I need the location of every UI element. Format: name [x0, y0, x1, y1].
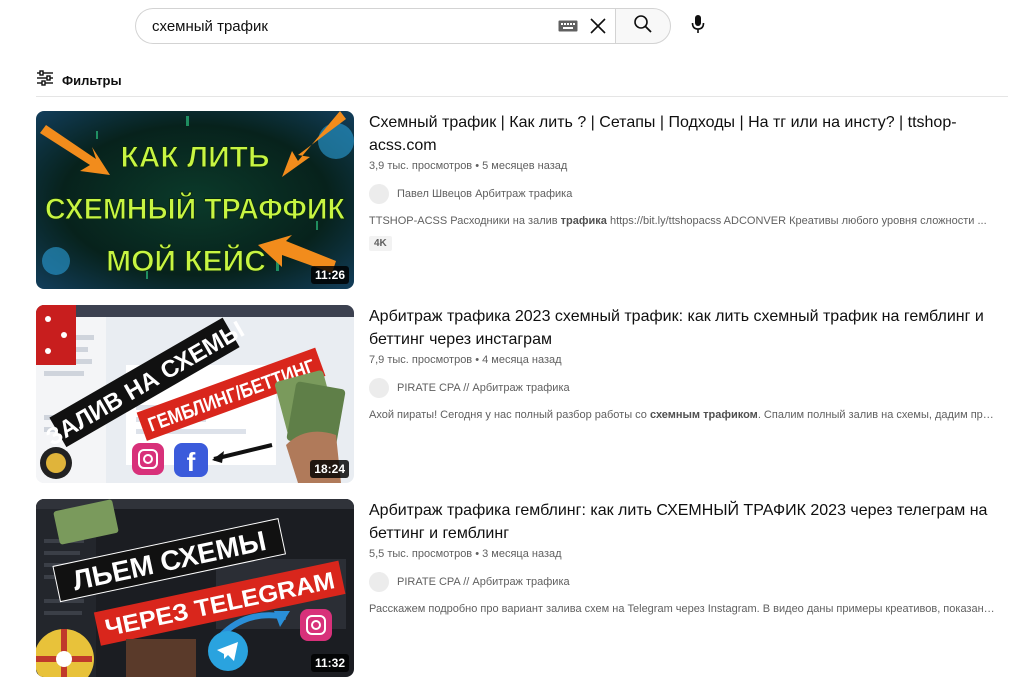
video-result: ЗАЛИВ НА СХЕМЫ ГЕМБЛИНГ/БЕТТИНГ f 18:24 … — [36, 305, 1008, 485]
video-title[interactable]: Арбитраж трафика гемблинг: как лить СХЕМ… — [369, 499, 999, 545]
description-text: Ахой пираты! Сегодня у нас полный разбор… — [369, 409, 650, 421]
upload-age: 4 месяца назад — [482, 354, 562, 366]
video-info: Арбитраж трафика 2023 схемный трафик: ка… — [369, 305, 999, 421]
video-result: ЛЬЕМ СХЕМЫ ЧЕРЕЗ TELEGRAM 11:32 Арбитраж… — [36, 499, 1008, 679]
view-count: 5,5 тыс. просмотров — [369, 548, 473, 560]
upload-age: 3 месяца назад — [482, 548, 562, 560]
microphone-icon — [691, 14, 705, 39]
search-bar — [135, 8, 671, 44]
channel-link[interactable]: PIRATE CPA // Арбитраж трафика — [369, 376, 999, 400]
thumbnail-caption: МОЙ КЕЙС — [106, 244, 266, 278]
description-text: TTSHOP-ACSS Расходники на залив — [369, 215, 561, 227]
quality-badge: 4K — [369, 236, 392, 251]
channel-avatar[interactable] — [369, 378, 389, 398]
channel-name[interactable]: Павел Швецов Арбитраж трафика — [397, 188, 572, 200]
view-count: 3,9 тыс. просмотров — [369, 160, 473, 172]
search-box[interactable] — [135, 8, 615, 44]
channel-link[interactable]: PIRATE CPA // Арбитраж трафика — [369, 570, 999, 594]
filters-button[interactable]: Фильтры — [36, 68, 122, 92]
view-count: 7,9 тыс. просмотров — [369, 354, 473, 366]
video-description: Ахой пираты! Сегодня у нас полный разбор… — [369, 409, 999, 421]
search-icon — [633, 14, 653, 39]
video-meta: 5,5 тыс. просмотров • 3 месяца назад — [369, 548, 562, 560]
clear-icon[interactable] — [587, 15, 609, 37]
search-button[interactable] — [615, 8, 671, 44]
video-thumbnail[interactable]: КАК ЛИТЬ СХЕМНЫЙ ТРАФФИК МОЙ КЕЙС 11:26 — [36, 111, 354, 289]
channel-name[interactable]: PIRATE CPA // Арбитраж трафика — [397, 576, 570, 588]
video-result: КАК ЛИТЬ СХЕМНЫЙ ТРАФФИК МОЙ КЕЙС 11:26 … — [36, 111, 1008, 291]
upload-age: 5 месяцев назад — [482, 160, 568, 172]
channel-link[interactable]: Павел Швецов Арбитраж трафика — [369, 182, 999, 206]
video-info: Схемный трафик | Как лить ? | Сетапы | П… — [369, 111, 999, 251]
video-description: TTSHOP-ACSS Расходники на залив трафика … — [369, 215, 999, 227]
description-text: https://bit.ly/ttshopacss ADCONVER Креат… — [606, 215, 987, 227]
video-duration: 11:26 — [310, 266, 349, 284]
video-duration: 11:32 — [310, 654, 349, 672]
video-meta: 3,9 тыс. просмотров • 5 месяцев назад — [369, 160, 568, 172]
description-text: Расскажем подробно про вариант залива сх… — [369, 603, 999, 615]
description-highlight: схемным трафиком — [649, 409, 758, 421]
svg-text:f: f — [187, 447, 196, 477]
description-text: . Спалим полный залив на схемы, дадим пр… — [757, 409, 999, 421]
voice-search-button[interactable] — [680, 8, 716, 44]
description-highlight: трафика — [560, 215, 607, 227]
channel-avatar[interactable] — [369, 572, 389, 592]
video-title[interactable]: Схемный трафик | Как лить ? | Сетапы | П… — [369, 111, 999, 157]
video-thumbnail[interactable]: ЗАЛИВ НА СХЕМЫ ГЕМБЛИНГ/БЕТТИНГ f 18:24 — [36, 305, 354, 483]
video-title[interactable]: Арбитраж трафика 2023 схемный трафик: ка… — [369, 305, 999, 351]
filters-label: Фильтры — [62, 72, 122, 88]
keyboard-icon[interactable] — [557, 19, 579, 33]
video-meta: 7,9 тыс. просмотров • 4 месяца назад — [369, 354, 562, 366]
search-input[interactable] — [152, 17, 557, 35]
video-thumbnail[interactable]: ЛЬЕМ СХЕМЫ ЧЕРЕЗ TELEGRAM 11:32 — [36, 499, 354, 677]
divider — [36, 96, 1008, 97]
channel-name[interactable]: PIRATE CPA // Арбитраж трафика — [397, 382, 570, 394]
channel-avatar[interactable] — [369, 184, 389, 204]
video-description: Расскажем подробно про вариант залива сх… — [369, 603, 999, 615]
thumbnail-caption: КАК ЛИТЬ — [120, 141, 269, 174]
thumbnail-caption: СХЕМНЫЙ ТРАФФИК — [45, 192, 346, 226]
video-info: Арбитраж трафика гемблинг: как лить СХЕМ… — [369, 499, 999, 615]
filter-sliders-icon — [36, 69, 54, 91]
video-duration: 18:24 — [310, 460, 349, 478]
